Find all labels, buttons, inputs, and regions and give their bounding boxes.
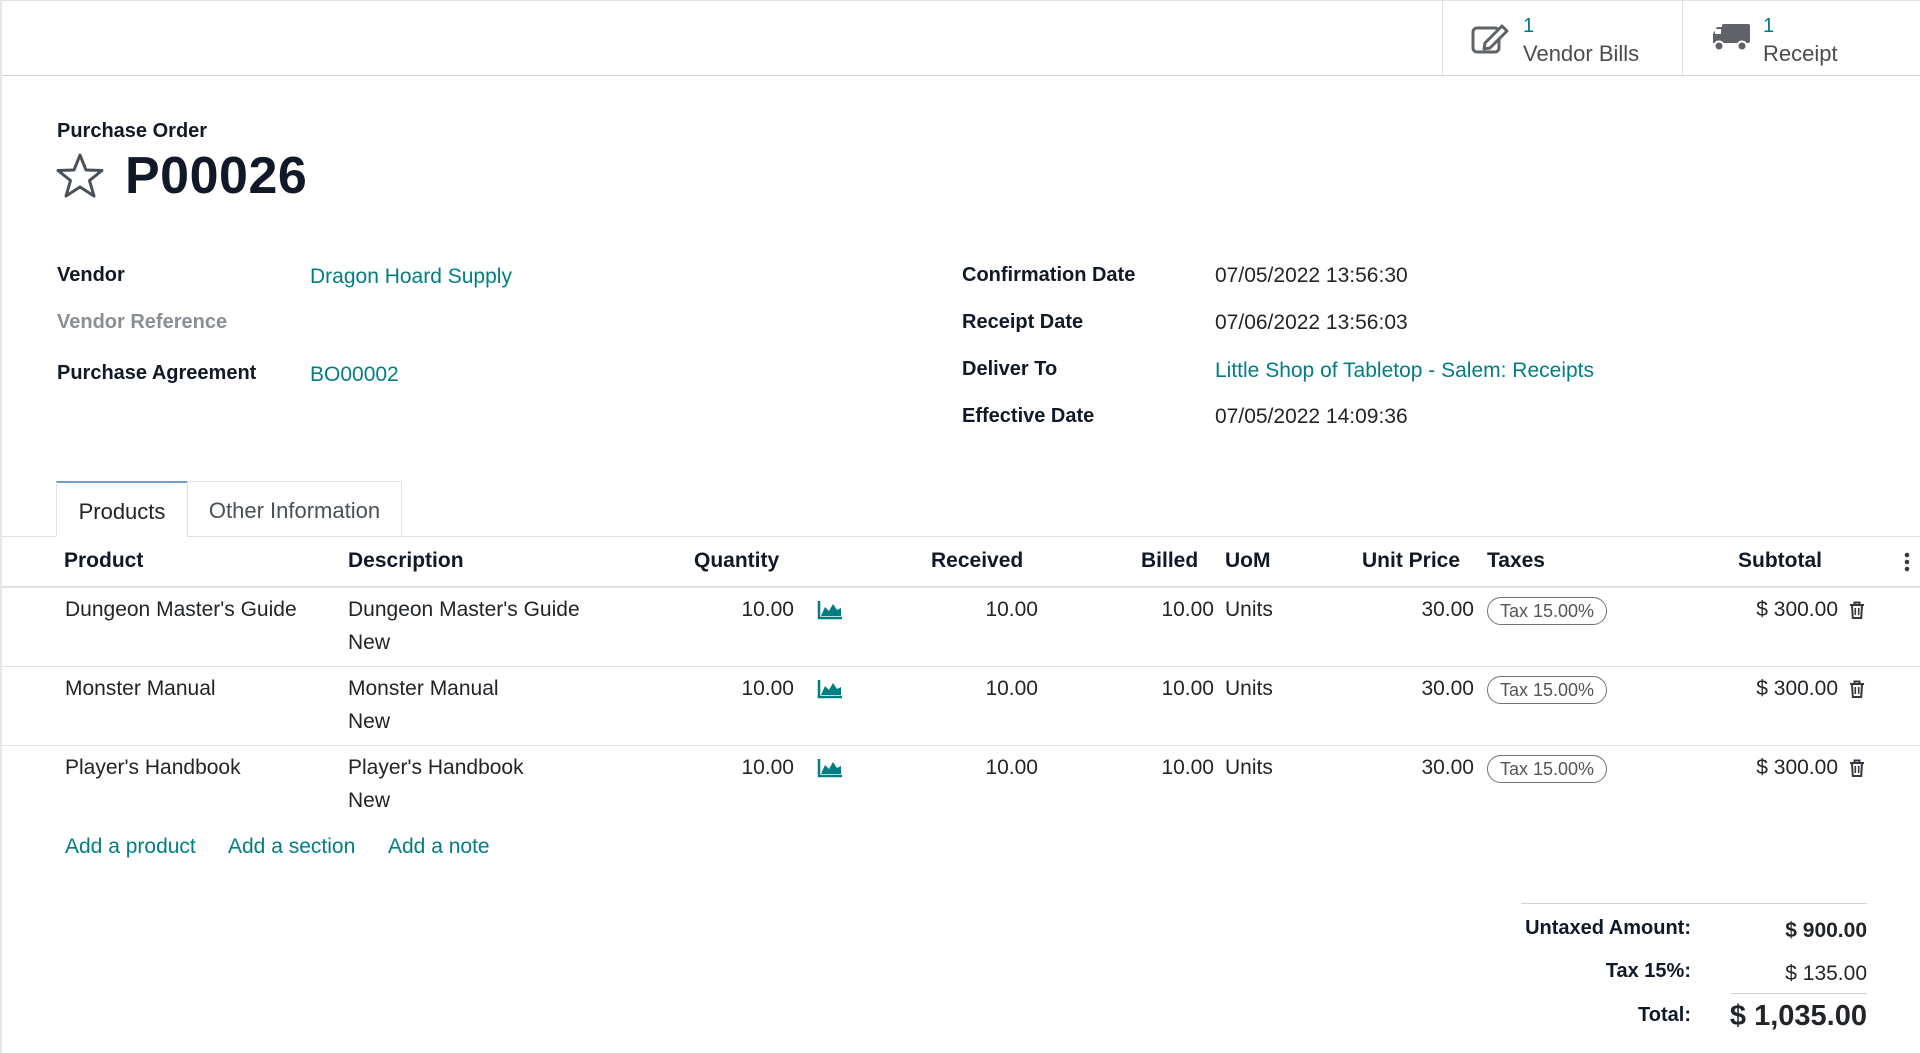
total-divider bbox=[1731, 993, 1867, 994]
row-received: 10.00 bbox=[985, 677, 1038, 700]
document-type-label: Purchase Order bbox=[57, 120, 208, 142]
untaxed-amount-value: $ 900.00 bbox=[1785, 919, 1867, 942]
effective-date-value: 07/05/2022 14:09:36 bbox=[1215, 405, 1408, 428]
row-uom[interactable]: Units bbox=[1225, 756, 1273, 780]
tax-value: $ 135.00 bbox=[1785, 962, 1867, 985]
forecast-chart-icon[interactable] bbox=[817, 600, 843, 620]
vendor-reference-field[interactable] bbox=[310, 311, 870, 337]
effective-date-label: Effective Date bbox=[962, 405, 1095, 427]
row-divider bbox=[2, 666, 1920, 667]
page-title: P00026 bbox=[125, 147, 308, 205]
trash-icon[interactable] bbox=[1849, 759, 1865, 777]
row-quantity[interactable]: 10.00 bbox=[680, 598, 794, 622]
truck-icon bbox=[1713, 24, 1750, 52]
vendor-label: Vendor bbox=[57, 264, 125, 286]
purchase-agreement-label: Purchase Agreement bbox=[57, 362, 257, 384]
confirmation-date-value: 07/05/2022 13:56:30 bbox=[1215, 264, 1408, 287]
row-billed: 10.00 bbox=[1161, 756, 1214, 779]
tab-products[interactable]: Products bbox=[56, 481, 188, 537]
row-description-line2: New bbox=[348, 710, 391, 733]
receipt-date-label: Receipt Date bbox=[962, 311, 1084, 333]
trash-icon[interactable] bbox=[1849, 601, 1865, 619]
row-product[interactable]: Monster Manual bbox=[65, 677, 216, 701]
row-description-line2: New bbox=[348, 631, 391, 654]
column-header-quantity[interactable]: Quantity bbox=[694, 549, 779, 573]
row-divider bbox=[2, 745, 1920, 746]
purchase-agreement-link[interactable]: BO00002 bbox=[310, 363, 399, 387]
column-header-billed[interactable]: Billed bbox=[1141, 549, 1198, 573]
row-subtotal: $ 300.00 bbox=[1756, 756, 1838, 779]
tax-label: Tax 15%: bbox=[1605, 960, 1691, 982]
receipt-label: Receipt bbox=[1763, 41, 1838, 66]
column-header-unit-price[interactable]: Unit Price bbox=[1362, 549, 1460, 573]
tax-badge[interactable]: Tax 15.00% bbox=[1487, 676, 1608, 704]
row-billed: 10.00 bbox=[1161, 677, 1214, 700]
receipt-date-value: 07/06/2022 13:56:03 bbox=[1215, 311, 1408, 334]
vendor-bills-smart-button[interactable]: 1 Vendor Bills bbox=[1442, 1, 1682, 75]
row-received: 10.00 bbox=[985, 598, 1038, 621]
row-received: 10.00 bbox=[985, 756, 1038, 779]
untaxed-amount-label: Untaxed Amount: bbox=[1525, 917, 1691, 939]
row-unit-price[interactable]: 30.00 bbox=[1360, 756, 1474, 780]
row-description[interactable]: Dungeon Master's Guide bbox=[348, 598, 580, 622]
trash-icon[interactable] bbox=[1849, 680, 1865, 698]
row-uom[interactable]: Units bbox=[1225, 677, 1273, 701]
row-unit-price[interactable]: 30.00 bbox=[1360, 598, 1474, 622]
left-border bbox=[0, 0, 2, 1053]
deliver-to-label: Deliver To bbox=[962, 358, 1058, 380]
column-header-received[interactable]: Received bbox=[931, 549, 1023, 573]
tab-other-information[interactable]: Other Information bbox=[187, 481, 402, 537]
row-subtotal: $ 300.00 bbox=[1756, 598, 1838, 621]
pencil-square-icon bbox=[1471, 24, 1509, 54]
row-billed: 10.00 bbox=[1161, 598, 1214, 621]
smart-button-bar: 1 Vendor Bills 1 Receipt bbox=[2, 1, 1920, 76]
vendor-reference-label: Vendor Reference bbox=[57, 311, 228, 333]
row-uom[interactable]: Units bbox=[1225, 598, 1273, 622]
add-section-link[interactable]: Add a section bbox=[228, 835, 355, 859]
row-unit-price[interactable]: 30.00 bbox=[1360, 677, 1474, 701]
row-description-line2: New bbox=[348, 789, 391, 812]
column-header-taxes[interactable]: Taxes bbox=[1487, 549, 1545, 573]
forecast-chart-icon[interactable] bbox=[817, 758, 843, 778]
row-product[interactable]: Dungeon Master's Guide bbox=[65, 598, 297, 622]
vendor-bills-count: 1 bbox=[1523, 15, 1535, 37]
row-subtotal: $ 300.00 bbox=[1756, 677, 1838, 700]
row-description[interactable]: Monster Manual bbox=[348, 677, 499, 701]
tax-badge[interactable]: Tax 15.00% bbox=[1487, 597, 1608, 625]
receipt-count: 1 bbox=[1763, 15, 1775, 37]
receipt-smart-button[interactable]: 1 Receipt bbox=[1682, 1, 1920, 75]
row-quantity[interactable]: 10.00 bbox=[680, 756, 794, 780]
column-header-subtotal[interactable]: Subtotal bbox=[1738, 549, 1822, 573]
column-header-uom[interactable]: UoM bbox=[1225, 549, 1271, 573]
confirmation-date-label: Confirmation Date bbox=[962, 264, 1136, 286]
vendor-bills-label: Vendor Bills bbox=[1523, 41, 1640, 66]
optional-columns-kebab-icon[interactable] bbox=[1904, 552, 1910, 572]
deliver-to-link[interactable]: Little Shop of Tabletop - Salem: Receipt… bbox=[1215, 359, 1594, 383]
column-header-description[interactable]: Description bbox=[348, 549, 464, 573]
totals-top-divider bbox=[1521, 903, 1867, 904]
row-product[interactable]: Player's Handbook bbox=[65, 756, 241, 780]
table-header-divider bbox=[2, 586, 1920, 588]
add-product-link[interactable]: Add a product bbox=[65, 835, 196, 859]
total-label: Total: bbox=[1638, 1004, 1691, 1026]
forecast-chart-icon[interactable] bbox=[817, 679, 843, 699]
row-quantity[interactable]: 10.00 bbox=[680, 677, 794, 701]
vendor-link[interactable]: Dragon Hoard Supply bbox=[310, 265, 512, 289]
add-note-link[interactable]: Add a note bbox=[388, 835, 490, 859]
tax-badge[interactable]: Tax 15.00% bbox=[1487, 755, 1608, 783]
row-description[interactable]: Player's Handbook bbox=[348, 756, 524, 780]
column-header-product[interactable]: Product bbox=[64, 549, 143, 573]
star-outline-icon[interactable] bbox=[55, 152, 105, 200]
total-value: $ 1,035.00 bbox=[1729, 1000, 1867, 1032]
